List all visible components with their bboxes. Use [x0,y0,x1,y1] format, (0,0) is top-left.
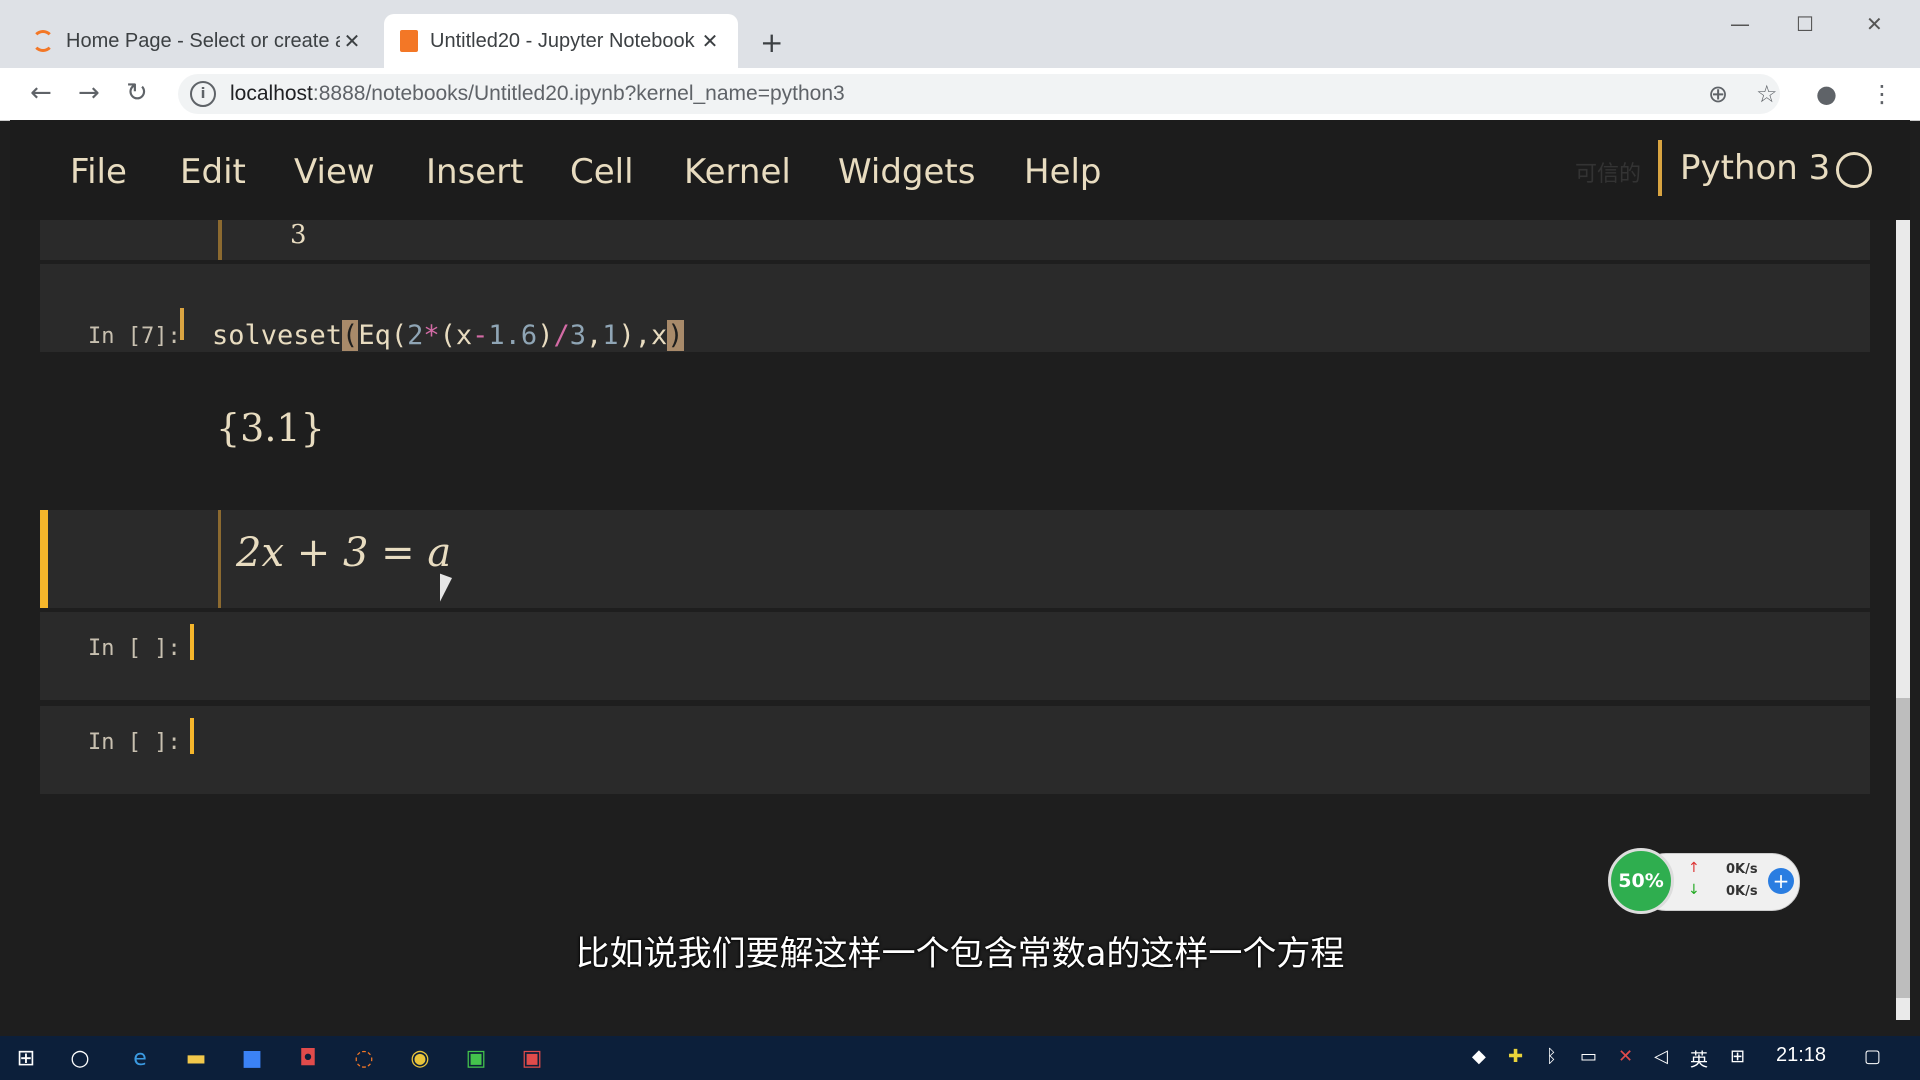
code-cell-empty-2[interactable]: In [ ]: [40,706,1870,794]
maximize-icon[interactable]: ☐ [1796,12,1814,36]
tab-home-page[interactable]: Home Page - Select or create a ✕ [16,14,380,68]
account-icon[interactable]: ● [1816,80,1837,108]
markdown-math: 2x + 3 = a [236,530,452,576]
tab-label: Untitled20 - Jupyter Notebook [430,29,695,52]
back-icon[interactable]: ← [30,78,52,108]
tray-app-icon[interactable]: ◆ [1472,1046,1486,1067]
cell-prompt: In [ ]: [88,730,181,755]
taskbar-clock[interactable]: 21:18 [1776,1044,1826,1067]
tab-untitled20[interactable]: Untitled20 - Jupyter Notebook ✕ [384,14,738,68]
minimize-icon[interactable]: — [1730,12,1750,36]
tray-plus-icon[interactable]: ✚ [1508,1046,1523,1067]
cell-marker [180,308,184,340]
video-subtitle: 比如说我们要解这样一个包含常数a的这样一个方程 [575,934,1345,974]
input-language[interactable]: 英 [1690,1046,1708,1072]
jupyter-menubar: File Edit View Insert Cell Kernel Widget… [10,120,1910,220]
close-tab-icon[interactable]: ✕ [698,29,722,53]
edge-icon[interactable]: e [124,1042,156,1074]
network-icon[interactable]: ✕ [1618,1046,1633,1067]
new-tab-icon[interactable]: + [760,26,783,59]
menu-edit[interactable]: Edit [180,152,246,192]
windows-taskbar: ⊞ ○ e ▬ ■ ◘ ◌ ◉ ▣ ▣ ◆ ✚ ᛒ ▭ ✕ ◁ 英 ⊞ 21:1… [0,1036,1920,1080]
cell-marker [190,624,194,660]
add-icon[interactable]: + [1768,868,1794,894]
notebook-icon [400,30,418,52]
download-speed: 0K/s [1726,884,1758,899]
upload-speed: 0K/s [1726,862,1758,877]
menu-cell[interactable]: Cell [570,152,634,192]
page-scrollbar[interactable] [1896,220,1910,1020]
ime-icon[interactable]: ⊞ [1730,1046,1745,1067]
browser-toolbar: ← → ↻ i localhost:8888/notebooks/Untitle… [0,68,1920,121]
upload-arrow-icon: ↑ [1688,860,1700,876]
bookmark-star-icon[interactable]: ☆ [1756,80,1778,108]
browser-titlebar: Home Page - Select or create a ✕ Untitle… [0,0,1920,68]
kernel-separator [1658,140,1662,196]
download-arrow-icon: ↓ [1688,882,1700,898]
cell-left-border [218,220,222,260]
forward-icon[interactable]: → [78,78,100,108]
menu-widgets[interactable]: Widgets [838,152,975,192]
url-text: localhost:8888/notebooks/Untitled20.ipyn… [230,82,845,105]
bluetooth-icon[interactable]: ᛒ [1546,1046,1557,1067]
menu-kernel[interactable]: Kernel [684,152,791,192]
selected-cell-indicator [40,510,48,608]
memory-percent-ball[interactable]: 50% [1608,848,1674,914]
cell-prompt: In [7]: [88,324,181,349]
cell-marker [190,718,194,754]
previous-cell-partial[interactable]: 3 [40,220,1870,260]
reload-icon[interactable]: ↻ [126,78,148,108]
app-green-icon[interactable]: ▣ [460,1042,492,1074]
chrome-icon[interactable]: ◉ [404,1042,436,1074]
zoom-icon[interactable]: ⊕ [1708,80,1728,108]
cell-prompt: In [ ]: [88,636,181,661]
kernel-name: Python 3 [1680,148,1831,188]
menu-dots-icon[interactable]: ⋮ [1870,80,1894,108]
markdown-cell-border [218,510,221,608]
search-circle-icon[interactable]: ○ [64,1042,96,1074]
cell-7-output: {3.1} [216,406,325,450]
menu-file[interactable]: File [70,152,127,192]
close-tab-icon[interactable]: ✕ [340,29,364,53]
window-close-icon[interactable]: ✕ [1866,12,1883,36]
code-cell-empty-1[interactable]: In [ ]: [40,612,1870,700]
volume-icon[interactable]: ◁ [1654,1046,1668,1067]
partial-output-text: 3 [290,220,307,250]
jupyter-taskbar-icon[interactable]: ◌ [348,1042,380,1074]
menu-help[interactable]: Help [1024,152,1102,192]
menu-insert[interactable]: Insert [426,152,524,192]
jupyter-logo-icon [32,30,54,52]
app-red-icon[interactable]: ◘ [292,1042,324,1074]
info-icon[interactable]: i [190,81,216,107]
start-windows-icon[interactable]: ⊞ [10,1042,42,1074]
battery-icon[interactable]: ▭ [1580,1046,1597,1067]
code-cell-7[interactable]: In [7]: solveset(Eq(2*(x-1.6)/3,1),x) [40,264,1870,352]
app-blue-icon[interactable]: ■ [236,1042,268,1074]
code-input[interactable]: solveset(Eq(2*(x-1.6)/3,1),x) [212,320,684,351]
app-red-c-icon[interactable]: ▣ [516,1042,548,1074]
address-bar[interactable]: i localhost:8888/notebooks/Untitled20.ip… [178,74,1780,114]
tab-label: Home Page - Select or create a [66,29,340,52]
network-speed-widget[interactable]: 50% ↑ ↓ 0K/s 0K/s + [1608,848,1800,914]
trusted-indicator[interactable]: 可信的 [1575,156,1641,188]
file-explorer-icon[interactable]: ▬ [180,1042,212,1074]
kernel-idle-icon [1836,152,1872,188]
menu-view[interactable]: View [294,152,375,192]
notifications-icon[interactable]: ▢ [1864,1046,1881,1067]
